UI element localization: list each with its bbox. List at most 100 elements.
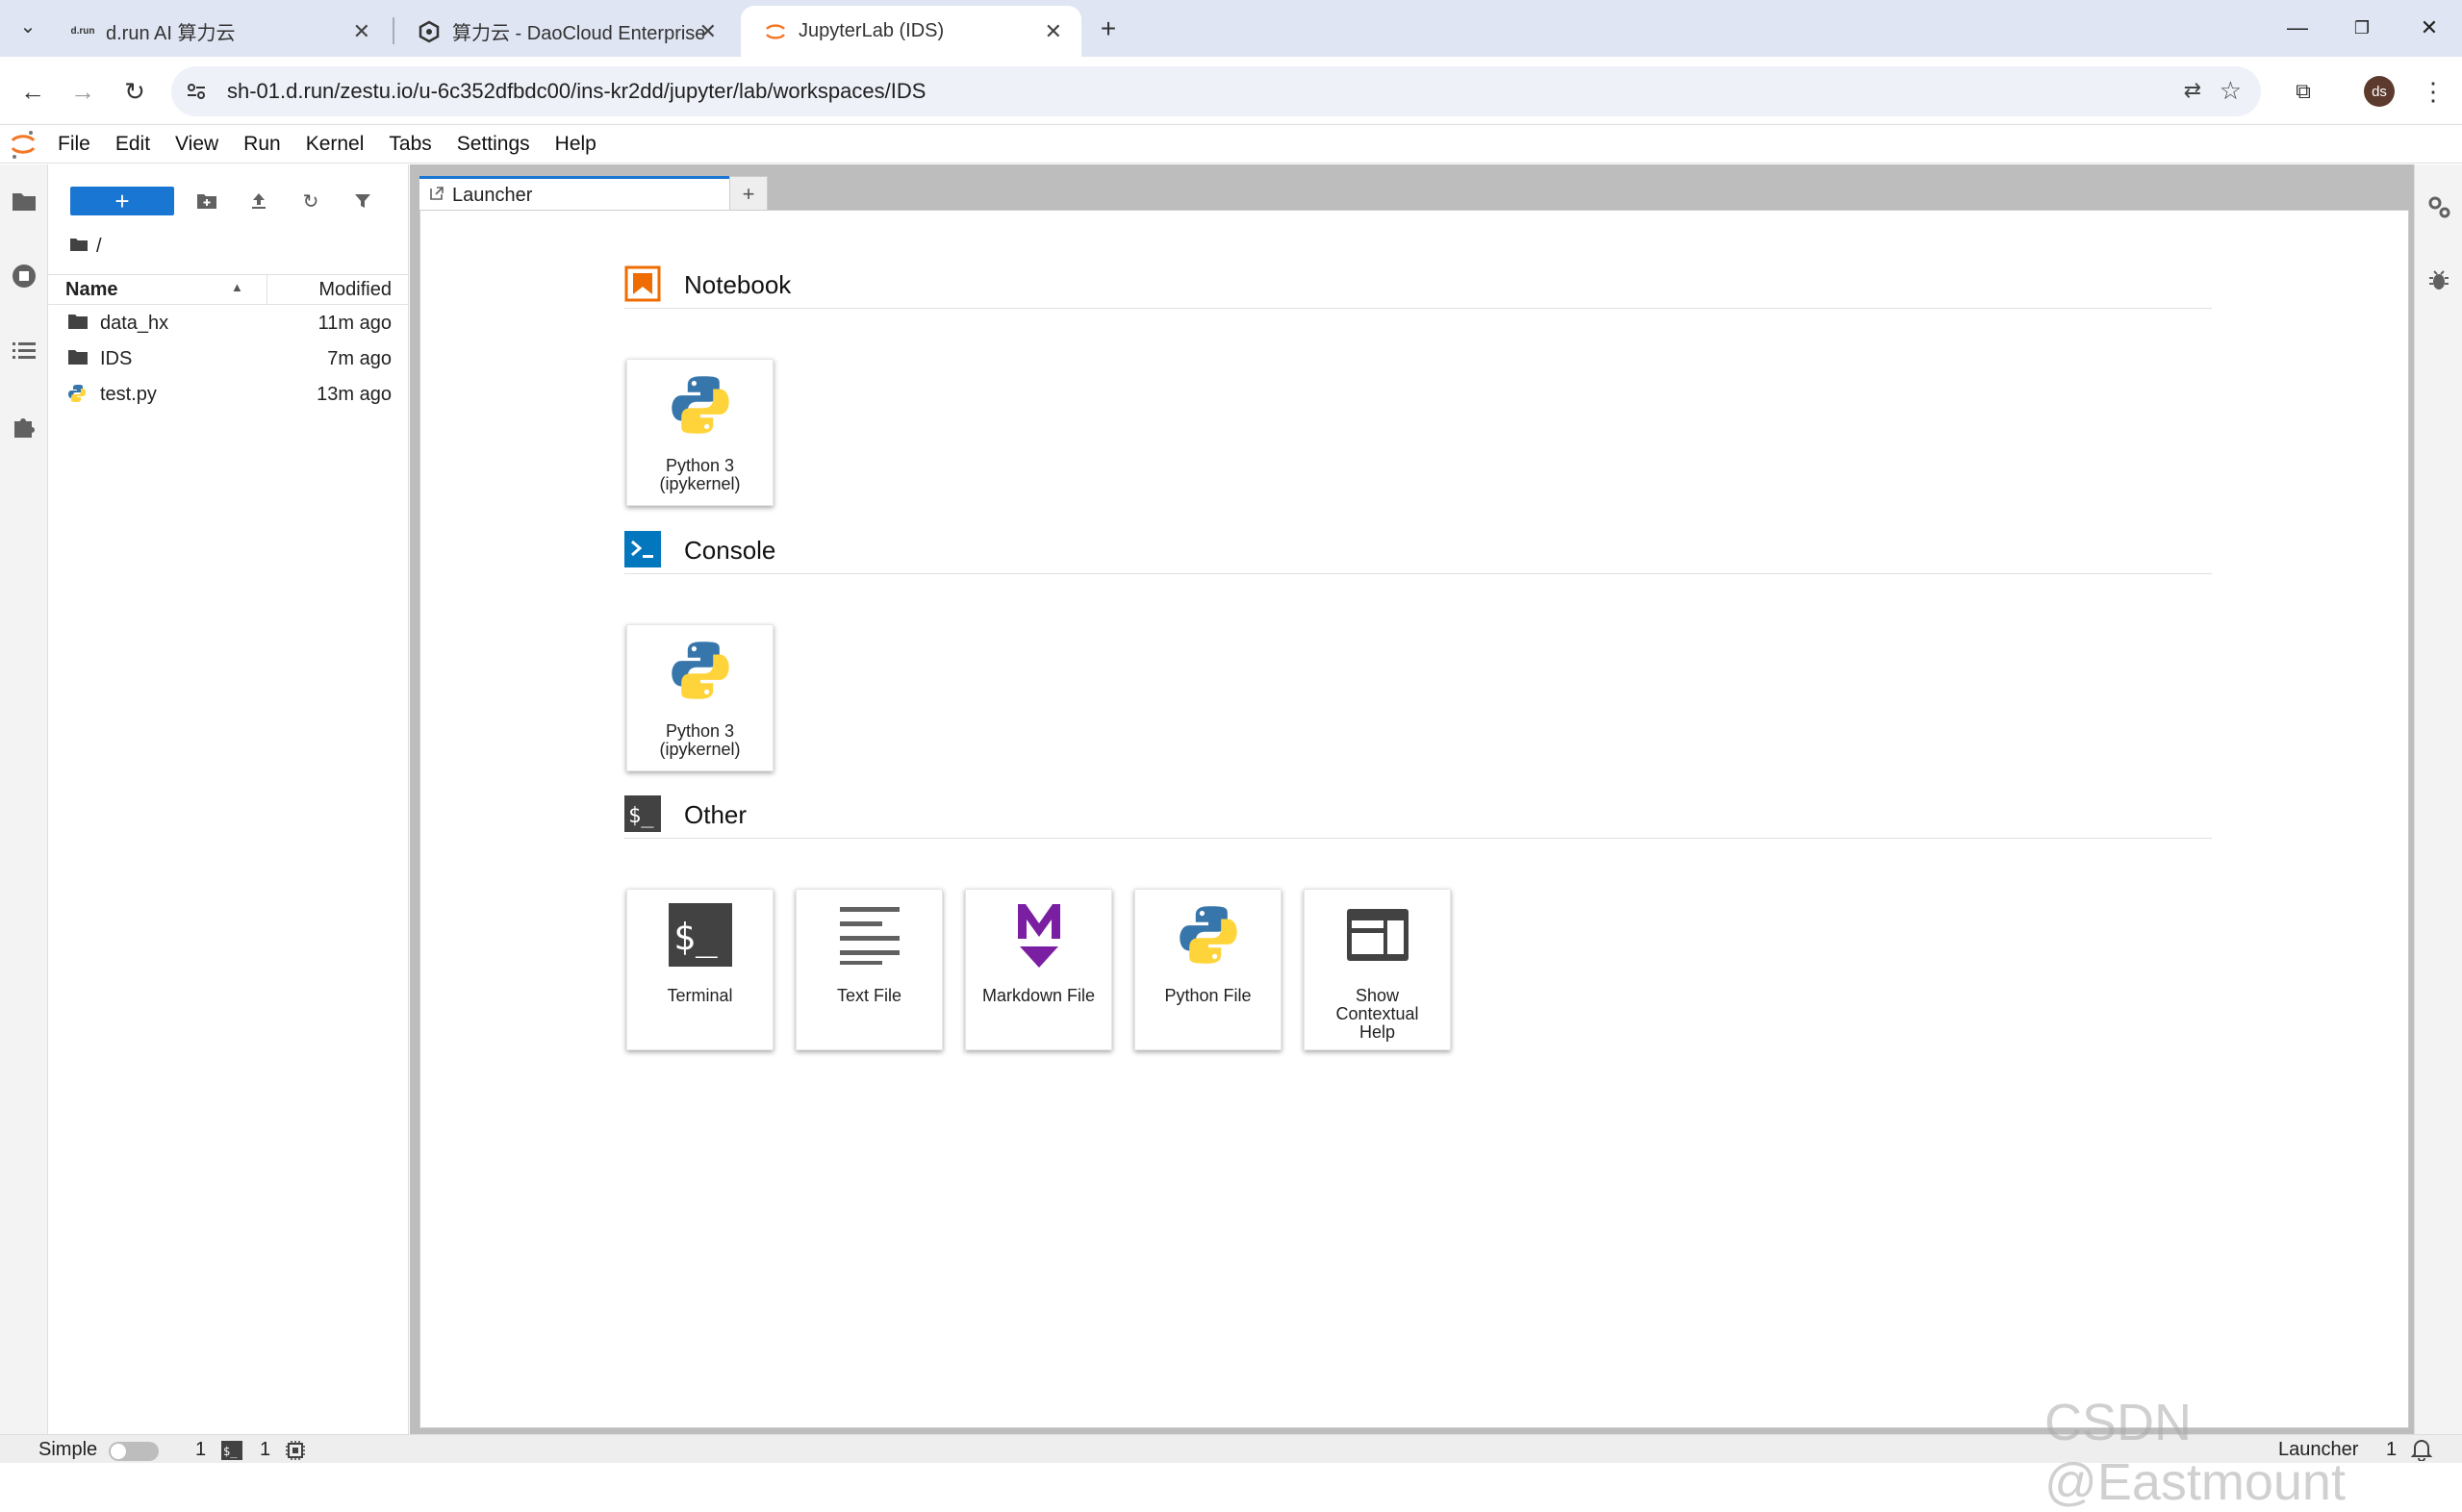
tab-title: d.run AI 算力云 xyxy=(106,23,236,44)
text-file-card[interactable]: Text File xyxy=(796,889,943,1050)
reload-button[interactable]: ↻ xyxy=(114,70,156,113)
extensions-icon[interactable]: ⧉ xyxy=(2282,70,2324,113)
section-title: Notebook xyxy=(684,270,792,299)
tab-launcher[interactable]: Launcher xyxy=(419,176,729,213)
notebook-icon xyxy=(624,265,661,302)
card-label: Text File xyxy=(836,986,902,1005)
browser-tab-jupyterlab[interactable]: JupyterLab (IDS) ✕ xyxy=(741,6,1081,57)
folder-icon xyxy=(67,348,89,367)
python-file-card[interactable]: Python File xyxy=(1134,889,1282,1050)
card-label-line1: Python 3 xyxy=(665,721,735,741)
bookmark-star-icon[interactable]: ☆ xyxy=(2220,76,2242,106)
terminal-card[interactable]: $_ Terminal xyxy=(626,889,774,1050)
menu-kernel[interactable]: Kernel xyxy=(306,133,365,156)
jupyter-menubar: File Edit View Run Kernel Tabs Settings … xyxy=(0,125,2462,164)
card-label: Terminal xyxy=(667,986,733,1005)
file-modified: 11m ago xyxy=(317,313,392,334)
simple-mode-label: Simple xyxy=(38,1439,98,1460)
new-launcher-button[interactable]: + xyxy=(70,187,174,215)
translate-icon[interactable]: ⇄ xyxy=(2184,78,2201,103)
console-python3-card[interactable]: Python 3 (ipykernel) xyxy=(626,624,774,771)
terminal-status-icon[interactable]: $_ xyxy=(221,1441,242,1466)
new-tab-button[interactable]: + xyxy=(1087,8,1129,50)
add-tab-button[interactable]: + xyxy=(729,176,768,212)
breadcrumb[interactable]: / xyxy=(69,236,102,258)
refresh-icon[interactable]: ↻ xyxy=(296,187,325,215)
launcher-panel: Notebook Python 3 (ipykernel) Console Py… xyxy=(419,210,2409,1428)
site-settings-icon[interactable] xyxy=(185,80,208,103)
folder-icon xyxy=(67,313,89,332)
window-close-button[interactable]: ✕ xyxy=(2408,10,2450,46)
home-folder-icon[interactable] xyxy=(69,236,89,258)
section-other: $_ Other xyxy=(624,795,2212,839)
svg-text:$_: $_ xyxy=(673,916,718,959)
property-inspector-gears-icon[interactable] xyxy=(2424,191,2454,222)
folder-icon[interactable] xyxy=(9,186,39,216)
file-row[interactable]: IDS 7m ago xyxy=(48,341,409,376)
card-label-line1: Python 3 xyxy=(665,456,735,475)
new-folder-icon[interactable] xyxy=(192,187,221,215)
upload-icon[interactable] xyxy=(244,187,273,215)
minimize-button[interactable]: — xyxy=(2276,10,2319,46)
browser-tab-strip: ⌄ d.run d.run AI 算力云 ✕ 算力云 - DaoCloud En… xyxy=(0,0,2462,57)
file-browser-panel: + ↻ / Name ▲ Modified data_hx 11m ago ID… xyxy=(48,164,409,1434)
menu-help[interactable]: Help xyxy=(555,133,596,156)
column-modified-header[interactable]: Modified xyxy=(318,279,392,301)
python-file-icon xyxy=(67,384,89,403)
card-label-line3: Help xyxy=(1358,1022,1396,1042)
simple-mode-toggle[interactable] xyxy=(109,1442,159,1461)
kernel-count[interactable]: 1 xyxy=(260,1439,270,1461)
column-name-header[interactable]: Name xyxy=(65,279,117,301)
file-row[interactable]: test.py 13m ago xyxy=(48,377,409,412)
main-dock-area: Launcher + Notebook Python 3 (ipykernel)… xyxy=(410,164,2414,1434)
file-name: data_hx xyxy=(100,313,169,334)
breadcrumb-root[interactable]: / xyxy=(96,236,102,258)
terminal-icon: $_ xyxy=(667,901,734,969)
markdown-file-card[interactable]: Markdown File xyxy=(965,889,1112,1050)
file-row[interactable]: data_hx 11m ago xyxy=(48,306,409,340)
launcher-tab-icon xyxy=(429,185,444,207)
browser-tab-drun[interactable]: d.run d.run AI 算力云 ✕ xyxy=(48,6,390,57)
menu-settings[interactable]: Settings xyxy=(457,133,530,156)
browser-tab-daocloud[interactable]: 算力云 - DaoCloud Enterprise ✕ xyxy=(394,6,736,57)
section-title: Console xyxy=(684,536,776,565)
menu-tabs[interactable]: Tabs xyxy=(389,133,431,156)
contextual-help-card[interactable]: Show Contextual Help xyxy=(1304,889,1451,1050)
close-icon[interactable]: ✕ xyxy=(699,19,717,44)
menu-edit[interactable]: Edit xyxy=(115,133,150,156)
right-activity-bar xyxy=(2414,164,2462,1434)
browser-menu-icon[interactable]: ⋮ xyxy=(2412,70,2454,113)
card-label-line1: Show xyxy=(1355,986,1400,1005)
sort-ascending-icon[interactable]: ▲ xyxy=(231,280,243,294)
filter-icon[interactable] xyxy=(348,187,377,215)
file-name: test.py xyxy=(100,384,157,405)
file-list-header: Name ▲ Modified xyxy=(48,274,409,305)
running-sessions-icon[interactable] xyxy=(9,261,39,291)
tab-search-button[interactable]: ⌄ xyxy=(10,8,46,44)
dock-tab-bar: Launcher + xyxy=(410,164,2414,213)
table-of-contents-icon[interactable] xyxy=(9,336,39,366)
close-icon[interactable]: ✕ xyxy=(1045,19,1062,44)
menu-view[interactable]: View xyxy=(175,133,218,156)
python-logo-icon xyxy=(667,637,734,704)
notebook-python3-card[interactable]: Python 3 (ipykernel) xyxy=(626,359,774,506)
forward-button[interactable]: → xyxy=(62,70,104,113)
back-button[interactable]: ← xyxy=(12,70,54,113)
menu-run[interactable]: Run xyxy=(243,133,281,156)
close-icon[interactable]: ✕ xyxy=(353,19,370,44)
menu-file[interactable]: File xyxy=(58,133,90,156)
jupyter-icon xyxy=(764,20,787,43)
svg-text:$_: $_ xyxy=(223,1445,238,1458)
debugger-bug-icon[interactable] xyxy=(2424,265,2454,295)
svg-text:$_: $_ xyxy=(628,804,654,828)
tab-title: 算力云 - DaoCloud Enterprise xyxy=(452,23,706,44)
file-name: IDS xyxy=(100,348,133,369)
profile-avatar[interactable]: ds xyxy=(2364,76,2395,107)
contextual-help-icon xyxy=(1344,901,1411,969)
watermark-text: CSDN @Eastmount xyxy=(2044,1394,2346,1511)
left-activity-bar xyxy=(0,164,48,1434)
terminal-count[interactable]: 1 xyxy=(195,1439,206,1461)
restore-button[interactable]: ❐ xyxy=(2341,10,2383,46)
address-bar[interactable]: sh-01.d.run/zestu.io/u-6c352dfbdc00/ins-… xyxy=(171,66,2261,116)
extensions-puzzle-icon[interactable] xyxy=(9,411,39,441)
